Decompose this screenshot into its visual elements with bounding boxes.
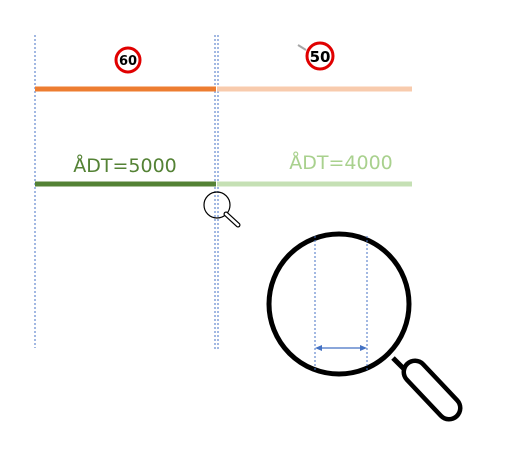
speed-sign-60-label: 60 <box>119 54 137 69</box>
large-magnifier-icon <box>266 231 463 422</box>
segment-split-diagram: 60 50 ÅDT=5000 ÅDT=4000 <box>34 35 463 422</box>
speed-sign-50-label: 50 <box>310 48 331 66</box>
speed-sign-50: 50 <box>297 41 335 71</box>
small-magnifier-icon <box>203 191 241 228</box>
traffic-label-left: ÅDT=5000 <box>73 154 177 177</box>
traffic-label-right: ÅDT=4000 <box>289 151 393 174</box>
speed-sign-60: 60 <box>114 46 142 74</box>
